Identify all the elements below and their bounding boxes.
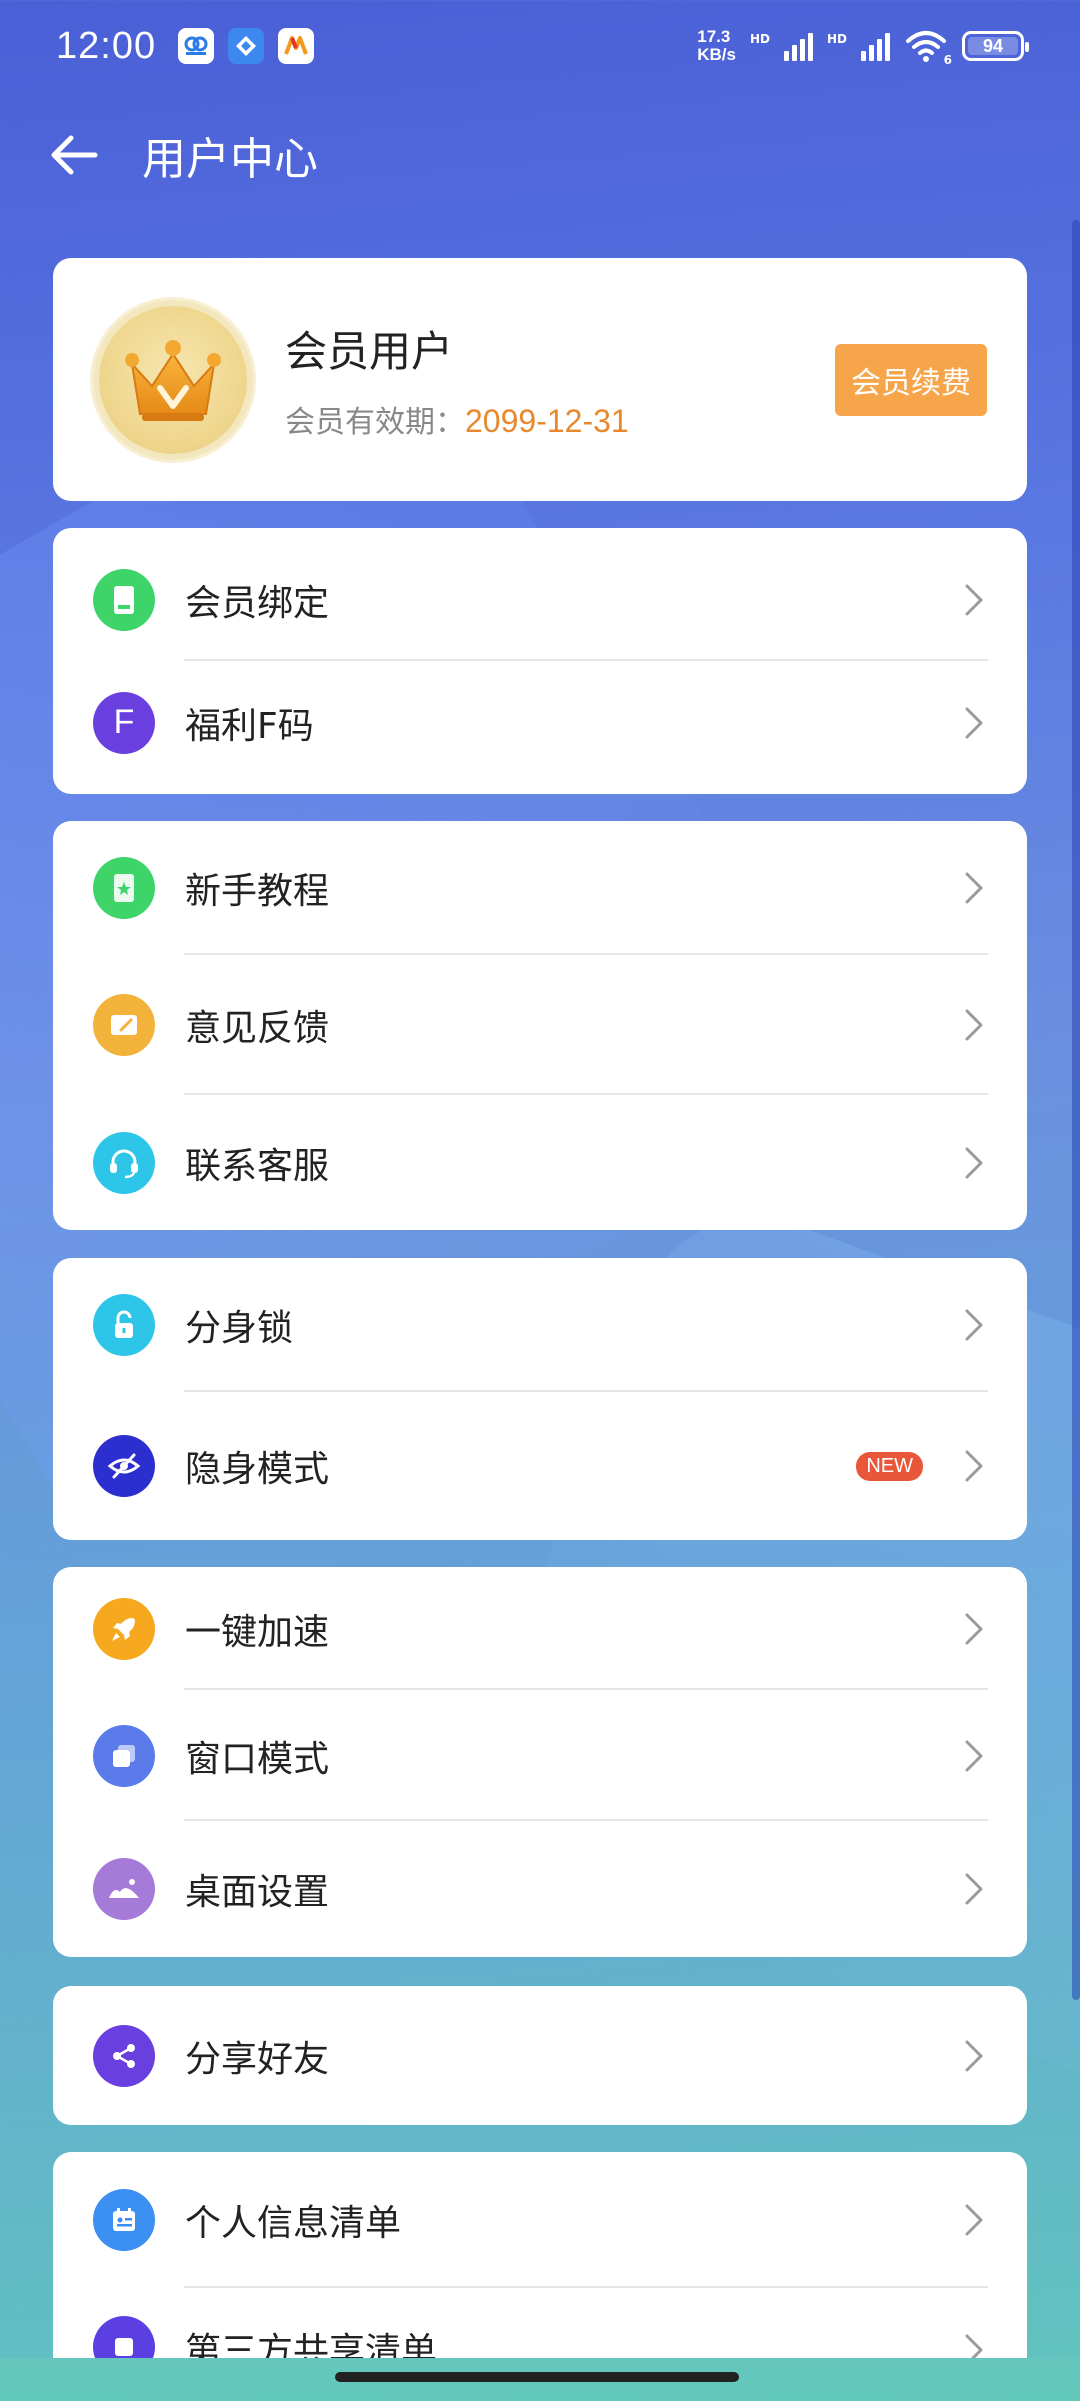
menu-item-f-code[interactable]: F 福利F码 <box>53 661 1027 784</box>
chevron-right-icon <box>959 1305 989 1345</box>
menu-item-label: 会员绑定 <box>185 582 330 624</box>
chevron-right-icon <box>959 2200 989 2240</box>
battery-level: 94 <box>982 35 1004 56</box>
chevron-right-icon <box>959 1446 989 1486</box>
menu-item-label: 个人信息清单 <box>185 2203 402 2244</box>
member-expiry: 会员有效期：2099-12-31 <box>285 397 629 441</box>
renew-membership-button[interactable]: 会员续费 <box>835 343 987 416</box>
menu-item-feedback[interactable]: 意见反馈 <box>53 955 1027 1095</box>
f-glyph: F <box>113 703 135 741</box>
crown-icon <box>125 339 221 421</box>
status-time: 12:00 <box>56 24 157 67</box>
share-list-icon <box>93 2316 155 2361</box>
menu-item-stealth-mode[interactable]: 隐身模式 NEW <box>53 1392 1027 1540</box>
lock-icon <box>93 1294 155 1356</box>
chevron-right-icon <box>959 580 989 620</box>
m-app-icon <box>278 28 315 64</box>
menu-group-tools: 一键加速 窗口模式 桌面设置 <box>53 1567 1027 1957</box>
menu-item-label: 分身锁 <box>185 1308 294 1349</box>
menu-item-label: 分享好友 <box>185 2038 330 2080</box>
eye-off-icon <box>93 1435 155 1497</box>
menu-item-label: 新手教程 <box>185 871 330 912</box>
cloud-app-icon <box>178 28 215 64</box>
hd-label-2: HD <box>826 32 847 46</box>
back-button[interactable] <box>34 115 114 195</box>
window-icon <box>93 1724 155 1787</box>
card-icon <box>93 568 155 631</box>
expiry-date: 2099-12-31 <box>465 403 629 439</box>
menu-group-privacy: 分身锁 隐身模式 NEW <box>53 1258 1027 1540</box>
signal-icon <box>783 31 813 61</box>
status-bar: 12:00 17.3 KB/s HD HD 6 94 <box>0 0 1080 92</box>
id-list-icon <box>93 2189 155 2251</box>
app-header: 用户中心 <box>0 110 1080 200</box>
chevron-right-icon <box>959 2036 989 2076</box>
menu-item-label: 联系客服 <box>185 1145 330 1187</box>
chevron-right-icon <box>959 1143 989 1183</box>
network-speed: 17.3 KB/s <box>697 28 736 64</box>
home-indicator[interactable] <box>335 2372 739 2382</box>
share-icon <box>93 2024 155 2087</box>
menu-group-help: 新手教程 意见反馈 联系客服 <box>53 821 1027 1230</box>
rocket-icon <box>93 1597 155 1660</box>
chevron-right-icon <box>959 1869 989 1909</box>
menu-item-speed-boost[interactable]: 一键加速 <box>53 1567 1027 1690</box>
signal-icon-2 <box>861 31 890 61</box>
member-name: 会员用户 <box>285 327 454 376</box>
feedback-icon <box>93 994 155 1056</box>
page-title: 用户中心 <box>142 134 318 185</box>
arrow-left-icon <box>51 135 98 175</box>
menu-item-label: 隐身模式 <box>185 1449 330 1490</box>
menu-group-membership: 会员绑定 F 福利F码 <box>53 528 1027 794</box>
menu-item-window-mode[interactable]: 窗口模式 <box>53 1690 1027 1821</box>
network-speed-unit: KB/s <box>697 45 736 64</box>
menu-item-tutorial[interactable]: 新手教程 <box>53 821 1027 955</box>
chevron-right-icon <box>959 1609 989 1649</box>
menu-group-share: 分享好友 <box>53 1986 1027 2125</box>
menu-item-label: 一键加速 <box>185 1611 330 1653</box>
hd-label: HD <box>749 32 770 46</box>
chevron-right-icon <box>959 2330 989 2361</box>
chevron-right-icon <box>959 868 989 908</box>
menu-item-customer-service[interactable]: 联系客服 <box>53 1095 1027 1230</box>
tutorial-icon <box>93 857 155 919</box>
menu-item-third-party-list[interactable]: 第三方共享清单 <box>53 2288 1027 2361</box>
notification-icons <box>178 28 315 64</box>
scrollbar[interactable] <box>1072 220 1080 2000</box>
diamond-app-icon <box>228 28 265 64</box>
menu-item-label: 福利F码 <box>185 705 314 747</box>
headset-icon <box>93 1131 155 1194</box>
menu-item-clone-lock[interactable]: 分身锁 <box>53 1258 1027 1392</box>
wifi-sub-label: 6 <box>943 53 952 67</box>
battery-icon: 94 <box>962 31 1029 61</box>
wifi-icon: 6 <box>904 29 952 67</box>
menu-group-privacy-lists: 个人信息清单 第三方共享清单 <box>53 2152 1027 2361</box>
network-speed-value: 17.3 <box>697 27 731 46</box>
chevron-right-icon <box>959 1005 989 1045</box>
menu-item-label: 桌面设置 <box>185 1872 330 1913</box>
menu-item-label: 意见反馈 <box>185 1008 330 1049</box>
f-code-icon: F <box>93 691 155 754</box>
chevron-right-icon <box>959 1736 989 1776</box>
chevron-right-icon <box>959 703 989 743</box>
expiry-label: 会员有效期： <box>285 405 465 440</box>
menu-item-share-friends[interactable]: 分享好友 <box>53 1986 1027 2125</box>
new-badge: NEW <box>856 1451 923 1481</box>
menu-item-desktop-settings[interactable]: 桌面设置 <box>53 1821 1027 1957</box>
menu-item-member-binding[interactable]: 会员绑定 <box>53 528 1027 661</box>
avatar <box>93 299 253 460</box>
menu-item-personal-info-list[interactable]: 个人信息清单 <box>53 2152 1027 2288</box>
member-card: 会员用户 会员有效期：2099-12-31 会员续费 <box>53 258 1027 501</box>
menu-item-label: 第三方共享清单 <box>185 2331 438 2361</box>
landscape-icon <box>93 1858 155 1920</box>
menu-item-label: 窗口模式 <box>185 1738 330 1780</box>
